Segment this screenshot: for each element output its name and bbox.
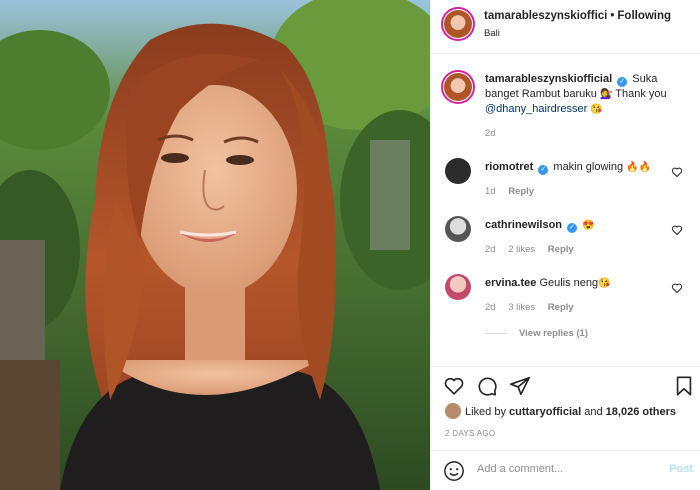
comment-likes[interactable]: 3 likes (508, 302, 535, 313)
share-icon[interactable] (509, 375, 531, 397)
comment-input[interactable] (477, 463, 657, 475)
commenter-avatar[interactable] (445, 216, 471, 242)
comment-emoji: 😘 (598, 278, 611, 289)
caption-text: tamarableszynskiofficial ✓ Suka banget R… (485, 72, 685, 117)
header-user-line: tamarableszynskioffici • Following (484, 10, 671, 22)
caption-mention[interactable]: @dhany_hairdresser (485, 103, 587, 115)
likes-prefix: Liked by (465, 406, 506, 418)
comment-meta: 2d 2 likes Reply (485, 244, 574, 255)
reply-button[interactable]: Reply (548, 302, 574, 313)
post-side-panel: tamarableszynskioffici • Following Bali ta… (430, 0, 700, 490)
caption-username[interactable]: tamarableszynskiofficial (485, 73, 612, 85)
post-date[interactable]: 2 DAYS AGO (445, 429, 495, 438)
liker-avatar[interactable] (445, 403, 461, 419)
comment-body: makin glowing (553, 161, 624, 173)
comment-username[interactable]: ervina.tee (485, 277, 536, 289)
comment-body: Geulis neng (539, 277, 599, 289)
caption-thanks: Thank you (615, 88, 667, 100)
post-header: tamarableszynskioffici • Following Bali (431, 0, 700, 54)
commenter-avatar[interactable] (445, 274, 471, 300)
like-comment-heart-icon[interactable] (671, 282, 683, 294)
portrait-image (0, 0, 430, 490)
likes-and: and (584, 406, 603, 418)
comment-time[interactable]: 2d (485, 244, 496, 255)
verified-icon: ✓ (538, 165, 549, 175)
following-button[interactable]: Following (617, 10, 671, 22)
comment-text: riomotret ✓ makin glowing 🔥🔥 (485, 160, 665, 175)
header-dot: • (610, 10, 615, 22)
comment-likes[interactable]: 2 likes (508, 244, 535, 255)
caption-emoji-2: 😘 (590, 104, 603, 115)
location-link[interactable]: Bali (484, 28, 500, 39)
comment-emoji: 🔥🔥 (626, 162, 652, 173)
view-replies-label: View replies (1) (519, 328, 588, 339)
heart-icon[interactable] (443, 375, 465, 397)
view-replies-button[interactable]: View replies (1) (485, 328, 588, 339)
verified-icon: ✓ (617, 77, 628, 87)
like-comment-heart-icon[interactable] (671, 224, 683, 236)
comment-emoji: 😍 (582, 220, 595, 231)
comment-text: cathrinewilson ✓ 😍 (485, 218, 665, 233)
like-comment-heart-icon[interactable] (671, 166, 683, 178)
comment-meta: 2d 3 likes Reply (485, 302, 574, 313)
author-avatar[interactable] (441, 7, 475, 41)
comment-username[interactable]: cathrinewilson (485, 219, 562, 231)
smiley-icon[interactable] (443, 460, 465, 482)
likes-count[interactable]: 18,026 others (606, 406, 676, 418)
reply-button[interactable]: Reply (548, 244, 574, 255)
caption-emoji-1: 💇‍♀️ (599, 89, 613, 100)
comment-text: ervina.tee Geulis neng😘 (485, 276, 665, 291)
reply-button[interactable]: Reply (508, 186, 534, 197)
commenter-avatar[interactable] (445, 158, 471, 184)
comment-username[interactable]: riomotret (485, 161, 533, 173)
add-comment-bar: Post (431, 450, 700, 490)
caption-time[interactable]: 2d (485, 128, 496, 139)
verified-icon: ✓ (567, 223, 578, 233)
bookmark-icon[interactable] (673, 375, 695, 397)
post-button[interactable]: Post (669, 463, 693, 475)
comments-list[interactable]: tamarableszynskiofficial ✓ Suka banget R… (431, 54, 700, 366)
comment-time[interactable]: 2d (485, 302, 496, 313)
comment-icon[interactable] (476, 375, 498, 397)
post-photo[interactable] (0, 0, 430, 490)
comment-time[interactable]: 1d (485, 186, 496, 197)
caption-meta: 2d (485, 128, 506, 139)
header-username[interactable]: tamarableszynskioffici (484, 10, 607, 22)
view-replies-line (485, 332, 507, 334)
comment-meta: 1d Reply (485, 186, 534, 197)
liker-username[interactable]: cuttaryofficial (509, 406, 581, 418)
caption-avatar[interactable] (441, 70, 475, 104)
likes-summary: Liked by cuttaryofficial and 18,026 othe… (445, 403, 676, 419)
